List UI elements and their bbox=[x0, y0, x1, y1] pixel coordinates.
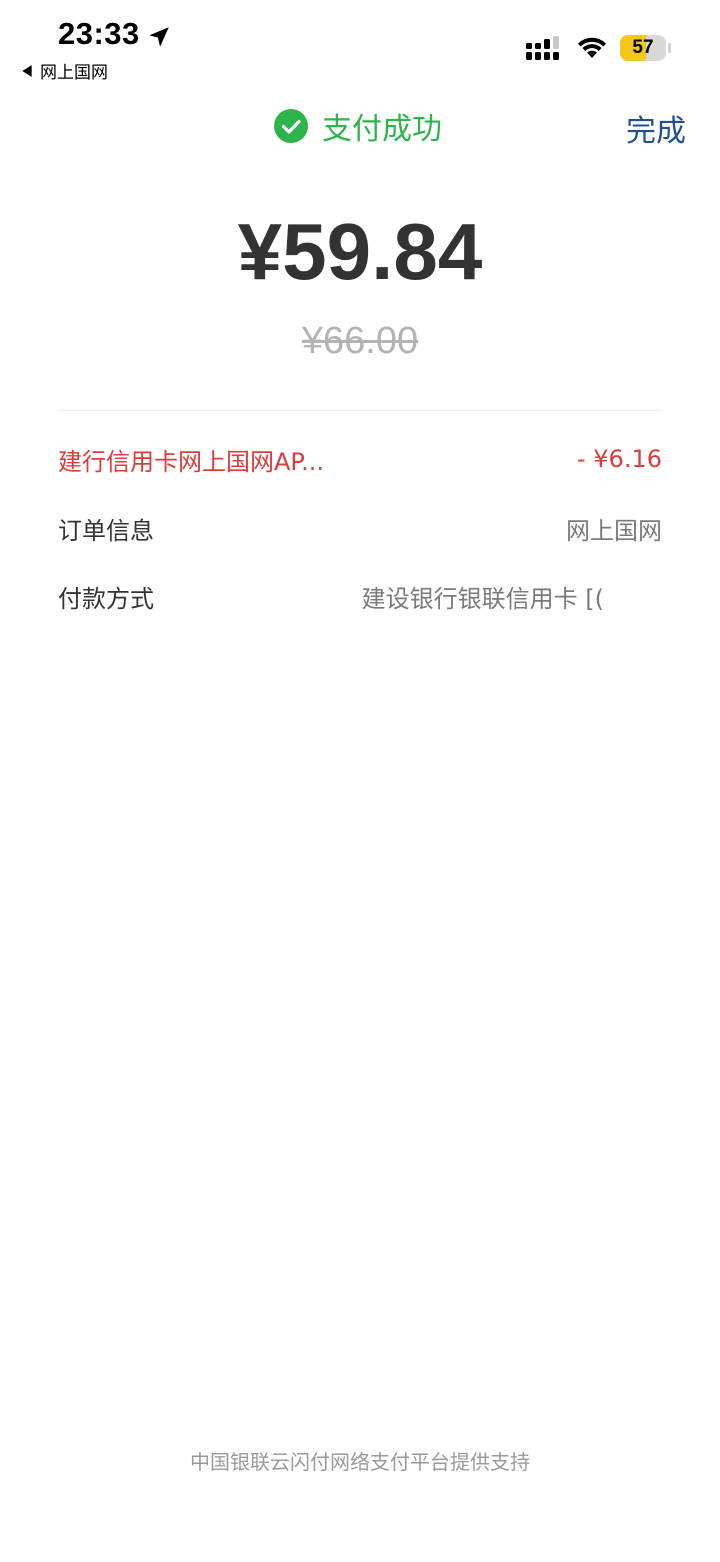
wifi-icon bbox=[578, 37, 606, 58]
done-button[interactable]: 完成 bbox=[626, 106, 686, 150]
status-time: 23:33 bbox=[58, 16, 140, 51]
payment-method-value: 建设银行银联信用卡 [( bbox=[361, 584, 604, 613]
order-info-row: 订单信息 网上国网 bbox=[58, 508, 662, 548]
back-to-app-link[interactable]: 网上国网 bbox=[20, 58, 108, 83]
payment-result-page: 23:33 网上国网 57 支付成功 完成 ¥59.84 ¥66.00 建行信用… bbox=[0, 0, 720, 1562]
payment-method-label: 付款方式 bbox=[58, 584, 154, 613]
payment-status: 支付成功 bbox=[274, 104, 442, 148]
status-bar: 23:33 网上国网 57 bbox=[0, 0, 720, 90]
cellular-signal-icon bbox=[526, 36, 559, 60]
battery-icon: 57 bbox=[620, 35, 672, 61]
back-caret-icon bbox=[22, 64, 32, 77]
result-header: 支付成功 完成 bbox=[0, 96, 720, 156]
battery-tip bbox=[668, 43, 671, 53]
divider bbox=[58, 410, 662, 411]
discount-label: 建行信用卡网上国网AP... bbox=[58, 447, 325, 476]
battery-level: 57 bbox=[632, 37, 654, 58]
footer-support-text: 中国银联云闪付网络支付平台提供支持 bbox=[190, 1450, 530, 1474]
order-info-value: 网上国网 bbox=[566, 516, 662, 545]
paid-amount: ¥59.84 bbox=[237, 207, 483, 296]
status-text: 支付成功 bbox=[322, 112, 442, 147]
discount-row: 建行信用卡网上国网AP... - ¥6.16 bbox=[58, 439, 662, 479]
order-info-label: 订单信息 bbox=[58, 516, 154, 545]
battery-body: 57 bbox=[620, 35, 666, 61]
original-amount: ¥66.00 bbox=[301, 320, 419, 362]
back-app-label: 网上国网 bbox=[40, 63, 108, 83]
discount-value: - ¥6.16 bbox=[577, 445, 662, 473]
location-arrow-icon bbox=[149, 27, 169, 47]
payment-method-row: 付款方式 建设银行银联信用卡 [( bbox=[58, 576, 662, 616]
success-check-icon bbox=[274, 109, 308, 143]
